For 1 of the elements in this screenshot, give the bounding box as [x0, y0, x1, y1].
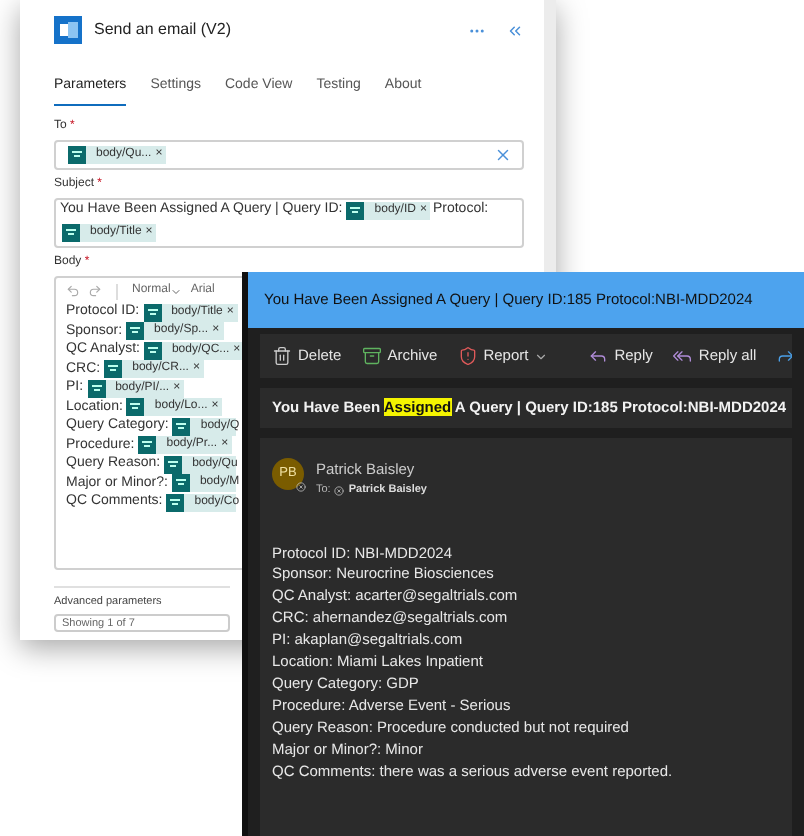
action-title: Send an email (V2)	[94, 18, 231, 42]
